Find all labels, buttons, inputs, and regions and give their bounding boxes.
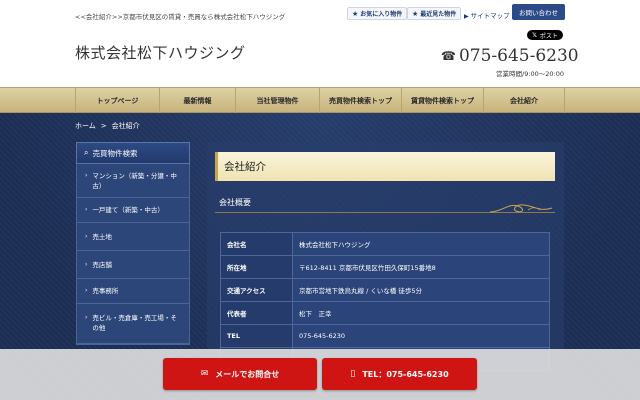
favorites-button[interactable]: ★ お気に入り物件 [347, 7, 408, 20]
table-key: TEL [220, 324, 293, 348]
sitemap-label: サイトマップ [470, 12, 510, 20]
sidebar-item-store[interactable]: › 売店舗 [77, 251, 189, 279]
sidebar-item-label: 売事務所 [92, 287, 119, 295]
sidebar-item-mansion[interactable]: › マンション（新築・分譲・中古） [77, 164, 189, 198]
tel-label: TEL：075-645-6230 [362, 369, 449, 379]
search-icon: ⌕ [84, 148, 89, 157]
bottom-cta-bar [0, 349, 640, 400]
nav-rental-search[interactable]: 賃貸物件検索トップ [401, 88, 483, 114]
sidebar-item-building[interactable]: › 売ビル・売倉庫・売工場・その他 [77, 304, 189, 344]
nav-news[interactable]: 最新情報 [159, 88, 235, 114]
phone-number: 075-645-6230 [458, 46, 579, 66]
favorites-label: お気に入り物件 [360, 11, 403, 18]
mail-inquiry-button[interactable]: ✉ メールでお問合せ [163, 358, 317, 390]
arrow-icon: ▶ [464, 13, 469, 20]
business-hours: 営業時間/9:00～20:00 [496, 70, 565, 78]
sidebar-item-label: 売ビル・売倉庫・売工場・その他 [92, 314, 177, 332]
x-post-button[interactable]: 𝕏 ポスト [527, 30, 563, 40]
chevron-right-icon: › [85, 287, 88, 294]
global-nav: トップページ 最新情報 当社管理物件 売買物件検索トップ 賃貸物件検索トップ 会… [0, 87, 640, 114]
sidebar-item-office[interactable]: › 売事務所 [77, 279, 189, 304]
chevron-right-icon: › [85, 232, 88, 240]
nav-top-page[interactable]: トップページ [75, 88, 159, 114]
contact-button[interactable]: お問い合わせ [512, 4, 565, 20]
table-row: TEL 075-645-6230 [220, 324, 550, 348]
company-logo[interactable]: 株式会社松下ハウジング [75, 42, 246, 63]
star-icon: ★ [352, 9, 359, 18]
sitemap-link[interactable]: ▶ サイトマップ [464, 10, 510, 20]
flourish-ornament-icon [489, 204, 553, 213]
breadcrumb-home[interactable]: ホーム [75, 122, 96, 130]
nav-sale-search[interactable]: 売買物件検索トップ [319, 88, 401, 114]
breadcrumb: ホーム > 会社紹介 [75, 121, 140, 131]
sidebar-title: 売買物件検索 [92, 148, 138, 158]
sidebar-item-label: 売土地 [92, 232, 112, 241]
recent-viewed-label: 最近見た物件 [420, 11, 457, 18]
table-key: 所在地 [220, 255, 293, 279]
sidebar-item-land[interactable]: › 売土地 [77, 223, 189, 251]
sidebar-list: › マンション（新築・分譲・中古） › 一戸建て（新築・中古） › 売土地 › 売店舗 … [76, 164, 190, 345]
chevron-right-icon: › [85, 206, 88, 213]
nav-company[interactable]: 会社紹介 [483, 88, 565, 114]
nav-managed-properties[interactable]: 当社管理物件 [235, 88, 319, 114]
table-value: 京都市営地下鉄烏丸線 / くいな橋 徒歩5分 [292, 278, 550, 302]
mail-inquiry-label: メールでお問合せ [215, 369, 280, 379]
table-row: 交通アクセス 京都市営地下鉄烏丸線 / くいな橋 徒歩5分 [220, 278, 550, 302]
recent-viewed-button[interactable]: ★ 最近見た物件 [407, 7, 462, 20]
table-row: 代表者 松下 正幸 [220, 301, 550, 325]
section-title: 会社概要 [219, 198, 251, 207]
sidebar-item-house[interactable]: › 一戸建て（新築・中古） [77, 198, 189, 223]
header-tagline: <<会社紹介>>京都市伏見区の賃貸・売買なら株式会社松下ハウジング [75, 13, 286, 21]
sidebar-item-label: 一戸建て（新築・中古） [92, 206, 164, 214]
sidebar-item-label: 売店舗 [92, 260, 112, 269]
site-header: <<会社紹介>>京都市伏見区の賃貸・売買なら株式会社松下ハウジング ★ お気に入… [0, 0, 640, 87]
table-value: 株式会社松下ハウジング [292, 232, 550, 256]
sidebar-item-label: マンション（新築・分譲・中古） [92, 172, 177, 190]
star-icon: ★ [412, 9, 419, 18]
tel-button[interactable]: ▯ TEL：075-645-6230 [322, 358, 477, 390]
table-value: 松下 正幸 [292, 301, 550, 325]
table-value[interactable]: 075-645-6230 [292, 324, 550, 348]
breadcrumb-current: 会社紹介 [111, 122, 140, 130]
chevron-right-icon: › [85, 260, 88, 268]
table-row: 会社名 株式会社松下ハウジング [220, 232, 550, 256]
mobile-phone-icon: ▯ [350, 369, 356, 379]
table-row: 所在地 〒612-8411 京都市伏見区竹田久保町15番地8 [220, 255, 550, 279]
phone-icon: ☎ [441, 49, 456, 63]
mail-icon: ✉ [200, 369, 209, 379]
x-post-label: ポスト [539, 32, 558, 40]
page-title: 会社紹介 [215, 152, 555, 181]
sidebar-heading: ⌕ 売買物件検索 [76, 142, 190, 164]
table-key: 交通アクセス [220, 278, 293, 302]
chevron-right-icon: › [85, 314, 88, 321]
table-key: 会社名 [220, 232, 293, 256]
breadcrumb-separator: > [100, 122, 107, 130]
header-phone: ☎ 075-645-6230 [441, 46, 579, 66]
chevron-right-icon: › [85, 172, 88, 179]
table-key: 代表者 [220, 301, 293, 325]
x-logo-icon: 𝕏 [532, 31, 537, 39]
table-value: 〒612-8411 京都市伏見区竹田久保町15番地8 [292, 255, 550, 279]
